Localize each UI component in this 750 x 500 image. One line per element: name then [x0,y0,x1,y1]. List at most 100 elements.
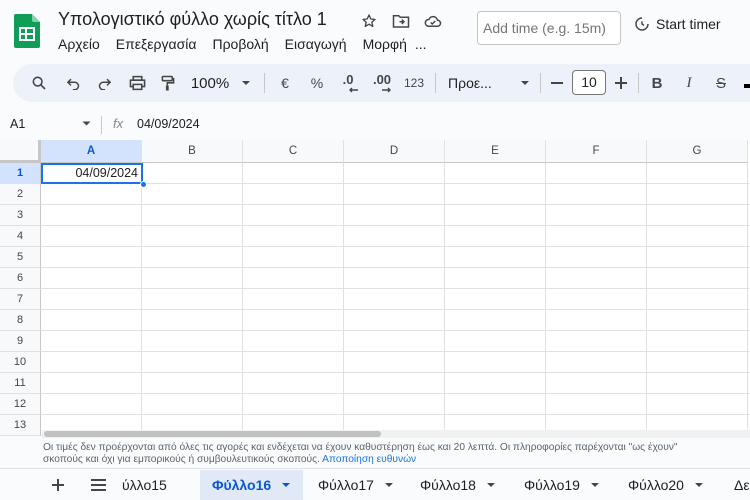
row-header-5[interactable]: 5 [0,247,41,268]
sheet-tab-15[interactable]: ύλλο15 [122,470,167,500]
sheet-tab-label: Φύλλο20 [628,477,684,493]
select-all-corner[interactable] [0,140,41,163]
column-header-b[interactable]: B [142,140,243,163]
row-header-6[interactable]: 6 [0,268,41,289]
timer-icon [635,17,649,31]
start-timer-button[interactable]: Start timer [634,16,721,32]
decrease-font-size-button[interactable] [548,64,566,102]
row-header-4[interactable]: 4 [0,226,41,247]
italic-button[interactable]: I [680,64,698,102]
plus-icon [52,479,64,491]
sheet-tab-label: Φύλλο19 [524,477,580,493]
search-menus-icon[interactable] [28,64,50,102]
decrease-decimal-button[interactable]: .0 [336,64,360,102]
toolbar-divider [638,73,639,93]
percent-format-button[interactable]: % [308,64,326,102]
row-header-1[interactable]: 1 [0,163,41,184]
menu-insert[interactable]: Εισαγωγή [285,36,347,52]
add-time-input[interactable] [477,11,621,45]
chevron-down-icon[interactable] [486,482,496,488]
toolbar-divider [540,73,541,93]
column-header-d[interactable]: D [344,140,445,163]
number-format-button[interactable]: 123 [403,64,425,102]
row-header-13[interactable]: 13 [0,415,41,436]
move-folder-icon[interactable] [390,10,412,32]
selected-cell-a1[interactable]: 04/09/2024 [41,163,143,184]
menu-edit[interactable]: Επεξεργασία [116,36,197,52]
strikethrough-button[interactable]: S [712,64,730,102]
cloud-status-icon[interactable] [422,10,444,32]
zoom-select[interactable]: 100% [190,64,256,102]
row-header-7[interactable]: 7 [0,289,41,310]
column-header-f[interactable]: F [546,140,647,163]
sheet-tab-label: ύλλο15 [122,477,167,493]
row-header-9[interactable]: 9 [0,331,41,352]
menu-more[interactable]: ... [415,36,427,52]
arrow-left-icon [349,87,358,93]
menu-file[interactable]: Αρχείο [58,36,100,52]
sheet-tab-20[interactable]: Φύλλο20 [628,470,704,500]
sheets-logo-icon[interactable] [14,14,40,48]
sheet-tab-19[interactable]: Φύλλο19 [524,470,600,500]
menu-icon [90,479,106,491]
start-timer-label: Start timer [656,16,721,32]
grid-row-line [41,288,750,289]
sheet-tab-16[interactable]: Φύλλο16 [200,470,304,500]
font-family-select[interactable]: Προε... [448,64,530,102]
sheet-tab-18[interactable]: Φύλλο18 [420,470,496,500]
paint-format-icon[interactable] [157,64,179,102]
grid-row-line [41,372,750,373]
chevron-down-icon[interactable] [82,121,91,127]
text-color-indicator[interactable] [744,84,750,88]
minus-icon [551,82,563,84]
formula-divider [101,116,102,134]
print-icon[interactable] [126,64,148,102]
column-header-e[interactable]: E [445,140,546,163]
sheet-tab-21[interactable]: Δε [734,470,750,500]
bold-button[interactable]: B [648,64,666,102]
all-sheets-button[interactable] [90,470,106,500]
spreadsheet-grid[interactable]: ABCDEFG 1 2 3 4 5 6 7 8 9 10 11 12 13 04/09/2024 [0,140,750,436]
arrow-right-icon [382,87,391,93]
column-header-g[interactable]: G [647,140,748,163]
formula-input[interactable]: 04/09/2024 [137,117,200,131]
grid-row-line [41,309,750,310]
increase-font-size-button[interactable] [612,64,630,102]
row-header-10[interactable]: 10 [0,352,41,373]
scrollbar-thumb[interactable] [44,431,381,437]
star-icon[interactable] [358,10,380,32]
font-size-input[interactable]: 10 [572,70,606,95]
grid-row-line [41,267,750,268]
increase-decimal-button[interactable]: .00 [370,64,394,102]
menu-format[interactable]: Μορφή [363,36,407,52]
grid-row-line [41,393,750,394]
chevron-down-icon[interactable] [384,482,394,488]
row-header-2[interactable]: 2 [0,184,41,205]
chevron-down-icon[interactable] [281,482,291,488]
sheet-tab-label: Δε [734,477,750,493]
row-header-11[interactable]: 11 [0,373,41,394]
data-disclaimer: Οι τιμές δεν προέρχονται από όλες τις αγ… [43,442,678,465]
chevron-down-icon[interactable] [694,482,704,488]
currency-format-button[interactable]: € [276,64,294,102]
grid-row-line [41,330,750,331]
fill-handle[interactable] [140,181,147,188]
row-header-12[interactable]: 12 [0,394,41,415]
redo-icon[interactable] [93,64,115,102]
sheet-tab-label: Φύλλο18 [420,477,476,493]
add-sheet-button[interactable] [50,470,66,500]
row-header-8[interactable]: 8 [0,310,41,331]
document-title[interactable]: Υπολογιστικό φύλλο χωρίς τίτλο 1 [58,9,327,30]
name-box[interactable]: A1 [10,117,25,131]
grid-row-line [41,225,750,226]
grid-row-line [41,183,750,184]
row-header-3[interactable]: 3 [0,205,41,226]
column-header-c[interactable]: C [243,140,344,163]
column-header-a[interactable]: A [41,140,142,163]
menu-view[interactable]: Προβολή [212,36,268,52]
undo-icon[interactable] [62,64,84,102]
sheet-tab-17[interactable]: Φύλλο17 [318,470,394,500]
chevron-down-icon[interactable] [590,482,600,488]
menu-bar: Αρχείο Επεξεργασία Προβολή Εισαγωγή Μορφ… [58,36,443,52]
disclaimer-link[interactable]: Αποποίηση ευθυνών [322,454,416,465]
